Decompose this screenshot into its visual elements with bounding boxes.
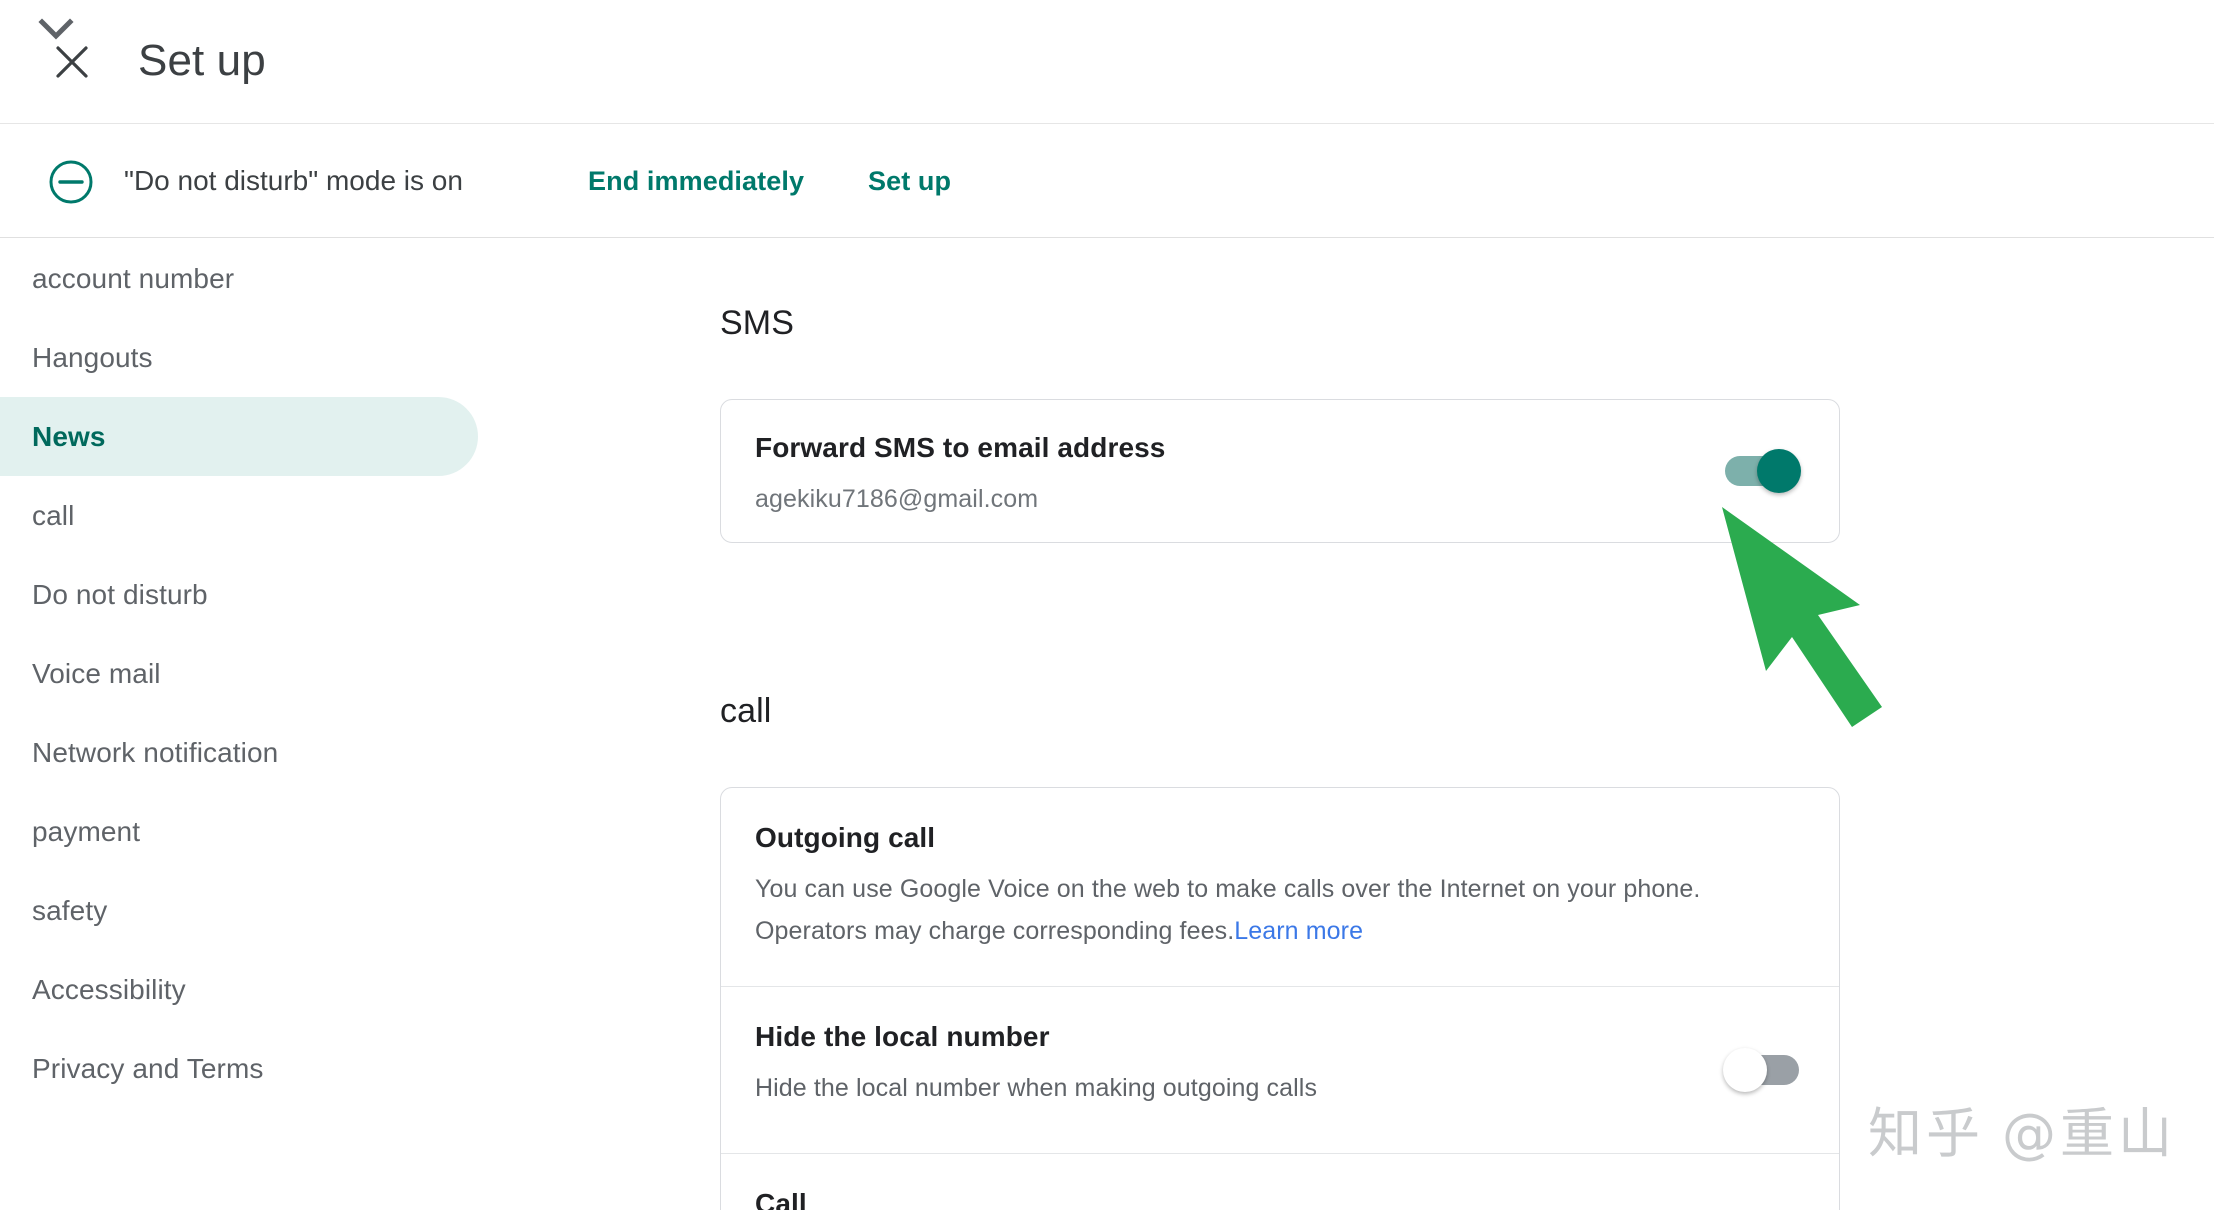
forward-sms-email: agekiku7186@gmail.com	[755, 478, 1785, 520]
sidebar-item-do-not-disturb[interactable]: Do not disturb	[0, 555, 478, 634]
sidebar-item-label: Network notification	[32, 737, 278, 769]
outgoing-call-description: You can use Google Voice on the web to m…	[755, 868, 1785, 952]
sidebar-item-label: safety	[32, 895, 107, 927]
watermark-handle: @重山	[2002, 1089, 2176, 1168]
sidebar-item-account-number[interactable]: account number	[0, 239, 478, 318]
sms-card: Forward SMS to email address agekiku7186…	[720, 399, 1840, 543]
hide-local-number-title: Hide the local number	[755, 1021, 1795, 1053]
forward-sms-title: Forward SMS to email address	[755, 432, 1795, 464]
sidebar-item-label: Voice mail	[32, 658, 161, 690]
sidebar-item-label: payment	[32, 816, 140, 848]
sidebar-item-call[interactable]: call	[0, 476, 478, 555]
do-not-disturb-banner: "Do not disturb" mode is on End immediat…	[0, 124, 2214, 238]
sidebar-item-news[interactable]: News	[0, 397, 478, 476]
app-bar: Set up	[0, 0, 2214, 124]
do-not-disturb-message: "Do not disturb" mode is on	[124, 124, 463, 238]
forward-sms-toggle[interactable]	[1725, 456, 1799, 486]
sidebar-item-network-notification[interactable]: Network notification	[0, 713, 478, 792]
sidebar-item-voice-mail[interactable]: Voice mail	[0, 634, 478, 713]
sidebar-item-label: Do not disturb	[32, 579, 208, 611]
sidebar-item-safety[interactable]: safety	[0, 871, 478, 950]
do-not-disturb-icon	[48, 159, 94, 205]
sidebar-item-label: call	[32, 500, 74, 532]
hide-local-number-row: Hide the local number Hide the local num…	[721, 986, 1839, 1153]
sidebar-item-payment[interactable]: payment	[0, 792, 478, 871]
set-up-button[interactable]: Set up	[868, 124, 951, 238]
outgoing-call-description-text: You can use Google Voice on the web to m…	[755, 875, 1700, 945]
sms-section-heading: SMS	[720, 304, 794, 343]
sidebar-item-privacy-and-terms[interactable]: Privacy and Terms	[0, 1029, 478, 1108]
page-title: Set up	[138, 21, 266, 101]
outgoing-call-title: Outgoing call	[755, 822, 1795, 854]
watermark-site: 知乎	[1868, 1089, 1984, 1168]
settings-sidebar: account number Hangouts News call Do not…	[0, 239, 480, 1210]
sidebar-item-hangouts[interactable]: Hangouts	[0, 318, 478, 397]
sidebar-item-label: Privacy and Terms	[32, 1053, 263, 1085]
watermark: 知乎 @重山	[1868, 1089, 2176, 1168]
toggle-knob	[1757, 449, 1801, 493]
call-device-title: Call	[755, 1188, 1795, 1210]
settings-content: SMS Forward SMS to email address agekiku…	[480, 239, 2214, 1210]
hide-local-number-toggle[interactable]	[1725, 1055, 1799, 1085]
call-card: Outgoing call You can use Google Voice o…	[720, 787, 1840, 1210]
call-device-row: Call Select the device you want to use t…	[721, 1153, 1839, 1210]
close-icon	[53, 43, 91, 81]
call-section-heading: call	[720, 692, 771, 731]
sidebar-item-label: account number	[32, 263, 234, 295]
sidebar-item-label: Hangouts	[32, 342, 153, 374]
sidebar-item-label: Accessibility	[32, 974, 186, 1006]
sidebar-item-accessibility[interactable]: Accessibility	[0, 950, 478, 1029]
toggle-knob	[1723, 1048, 1767, 1092]
hide-local-number-description: Hide the local number when making outgoi…	[755, 1067, 1785, 1109]
learn-more-link[interactable]: Learn more	[1234, 917, 1363, 945]
outgoing-call-row: Outgoing call You can use Google Voice o…	[721, 788, 1839, 986]
sidebar-item-label: News	[32, 421, 106, 453]
forward-sms-row: Forward SMS to email address agekiku7186…	[721, 400, 1839, 542]
end-immediately-button[interactable]: End immediately	[588, 124, 804, 238]
close-button[interactable]	[48, 38, 96, 86]
